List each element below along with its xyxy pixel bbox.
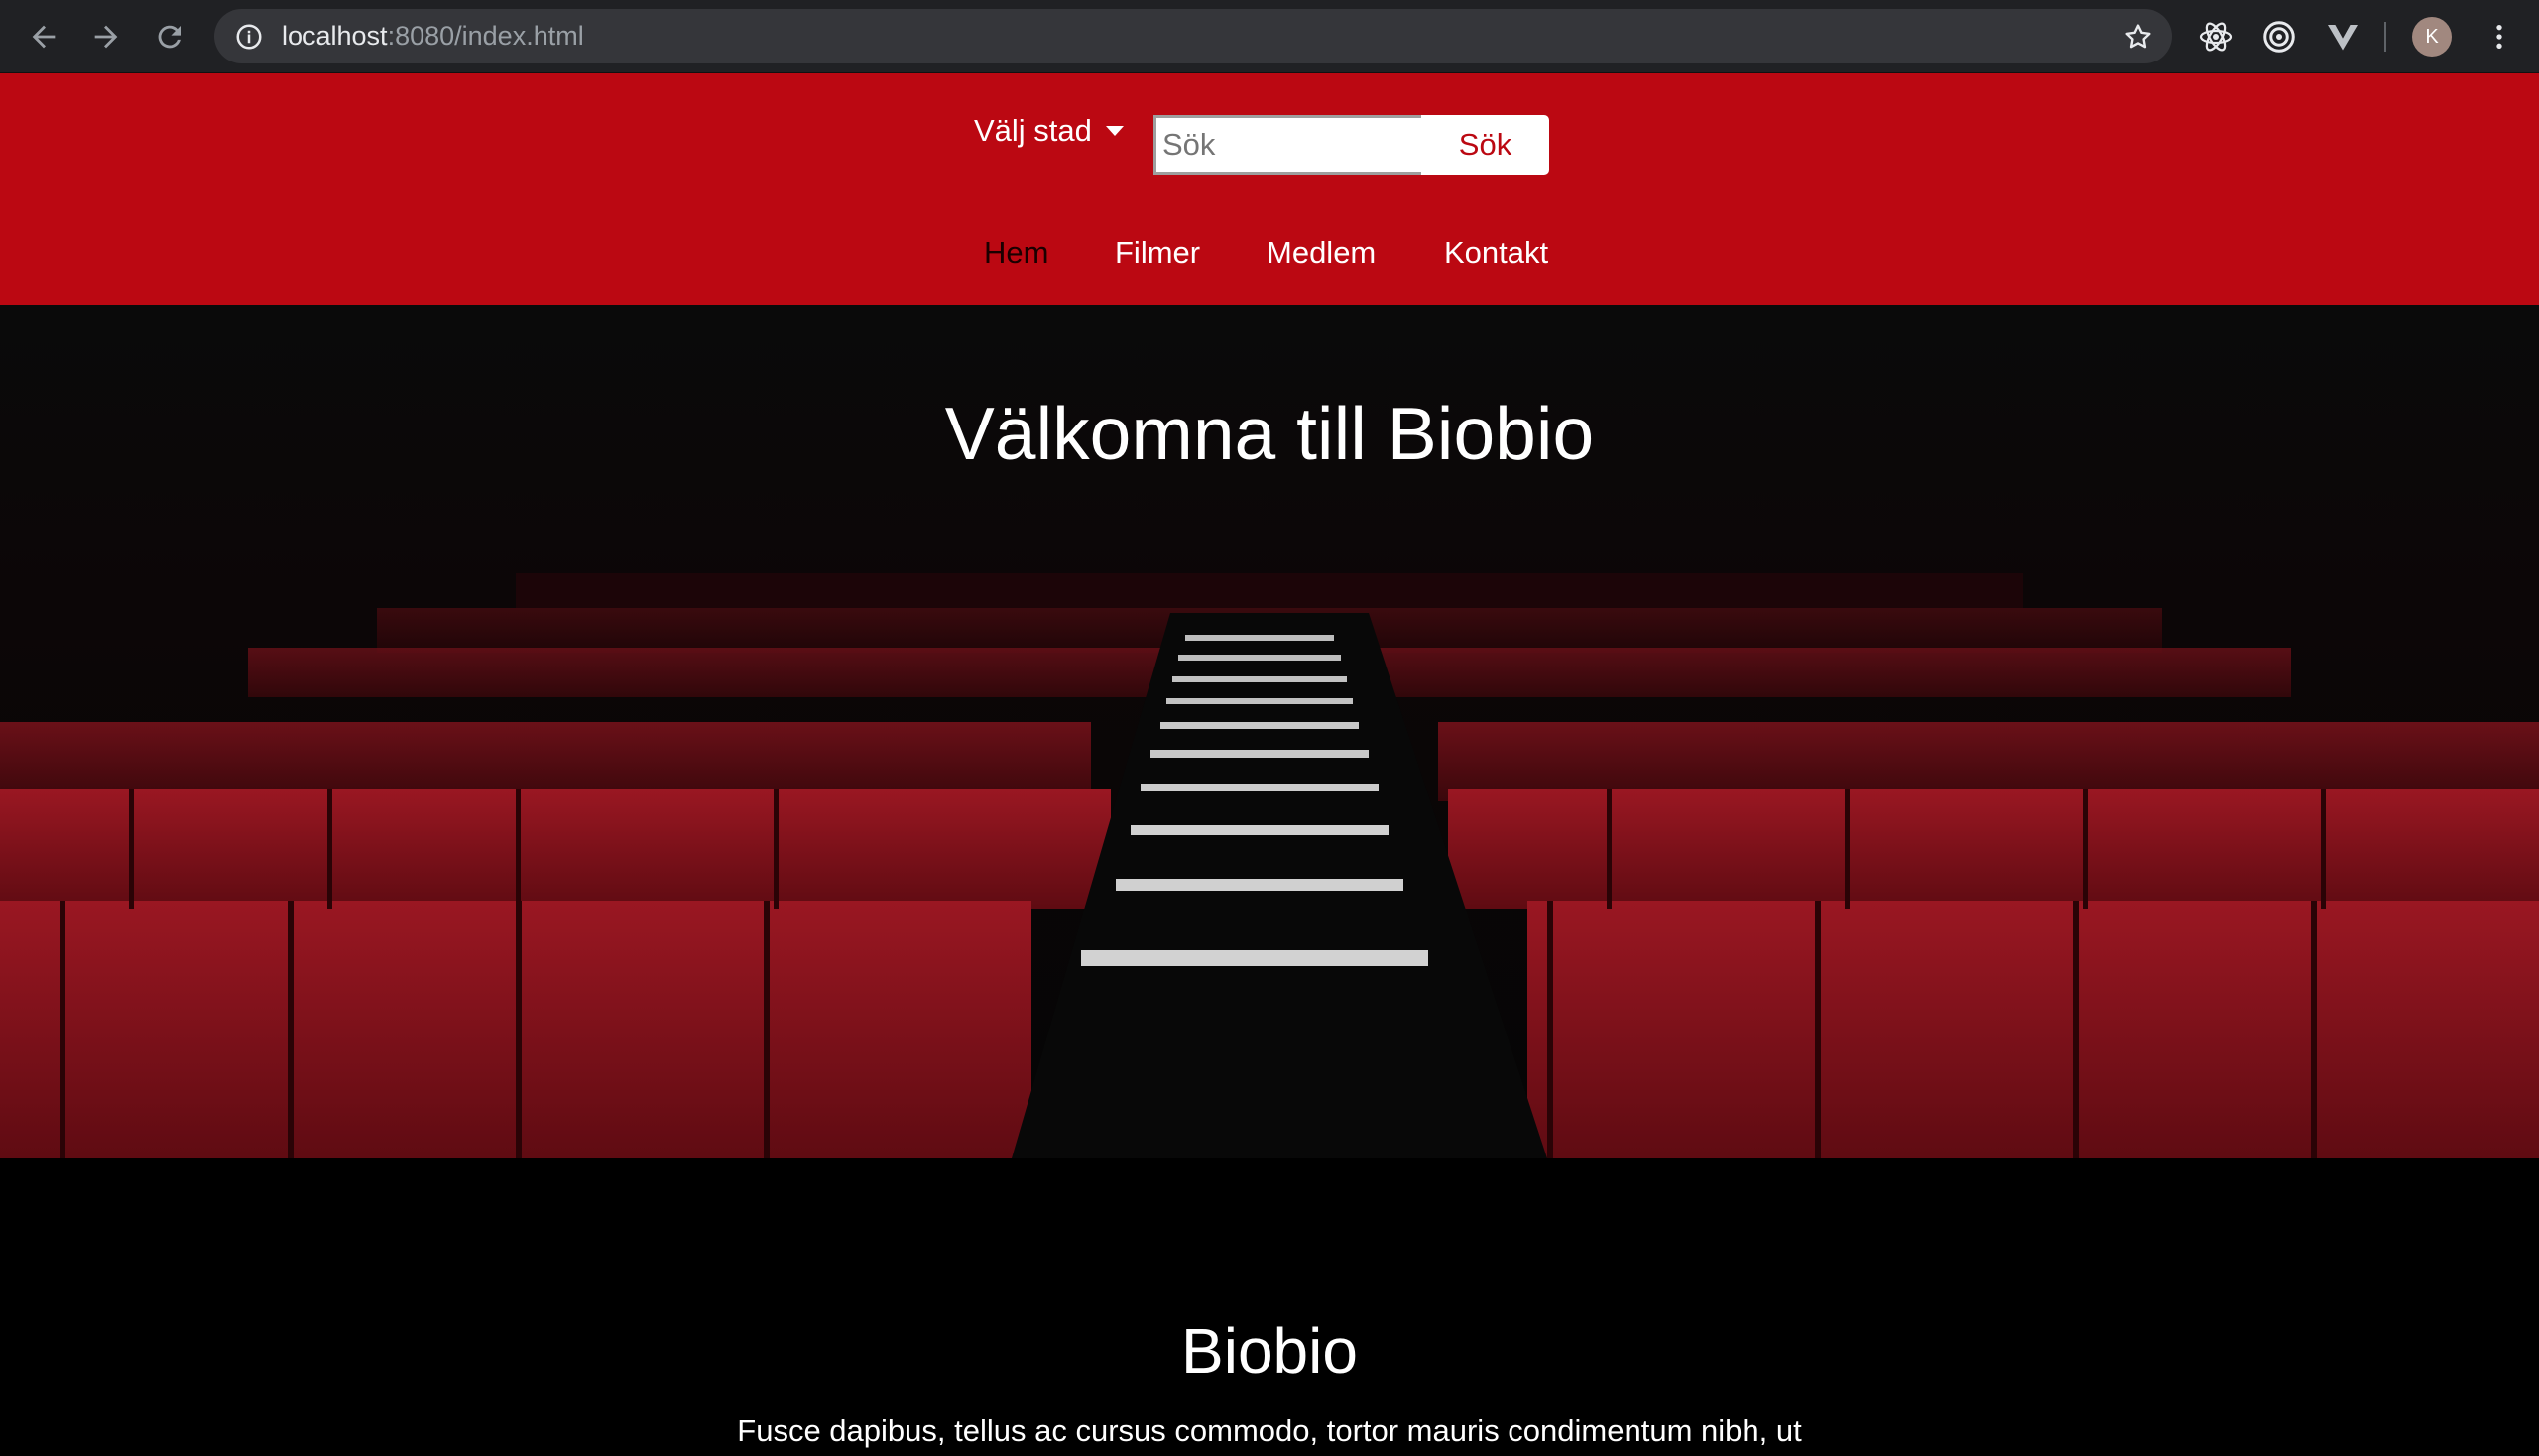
nav-link-kontakt[interactable]: Kontakt <box>1444 230 1548 276</box>
menu-icon[interactable] <box>2479 17 2519 57</box>
nav-link-hem[interactable]: Hem <box>984 230 1048 276</box>
city-dropdown-label: Välj stad <box>974 113 1092 148</box>
back-icon[interactable] <box>20 13 67 61</box>
main-nav: Hem Filmer Medlem Kontakt <box>0 230 2539 276</box>
chevron-down-icon <box>1105 126 1124 136</box>
nav-link-medlem[interactable]: Medlem <box>1267 230 1376 276</box>
target-extension-icon[interactable] <box>2260 18 2298 56</box>
address-bar[interactable]: localhost:8080/index.html <box>214 9 2172 63</box>
reload-icon[interactable] <box>146 13 193 61</box>
toolbar-divider <box>2384 22 2386 52</box>
nav-link-filmer[interactable]: Filmer <box>1115 230 1200 276</box>
info-icon[interactable] <box>234 22 264 52</box>
hero-banner: Välkomna till Biobio <box>0 305 2539 1158</box>
city-dropdown[interactable]: Välj stad <box>974 113 1124 149</box>
url-text: localhost:8080/index.html <box>282 21 584 51</box>
search-button[interactable]: Sök <box>1421 115 1549 175</box>
profile-avatar[interactable]: K <box>2412 17 2452 57</box>
search-input[interactable] <box>1153 115 1421 175</box>
site-header: Välj stad Sök Hem Filmer Medlem Kontakt <box>0 73 2539 305</box>
forward-icon[interactable] <box>82 13 130 61</box>
section-title: Biobio <box>1181 1315 1358 1387</box>
hero-title: Välkomna till Biobio <box>944 392 1595 475</box>
react-devtools-icon[interactable] <box>2197 18 2235 56</box>
section-text: Fusce dapibus, tellus ac cursus commodo,… <box>737 1413 1802 1448</box>
vue-devtools-icon[interactable] <box>2324 18 2361 56</box>
star-icon[interactable] <box>2122 21 2154 53</box>
browser-toolbar: localhost:8080/index.html K <box>0 0 2539 73</box>
